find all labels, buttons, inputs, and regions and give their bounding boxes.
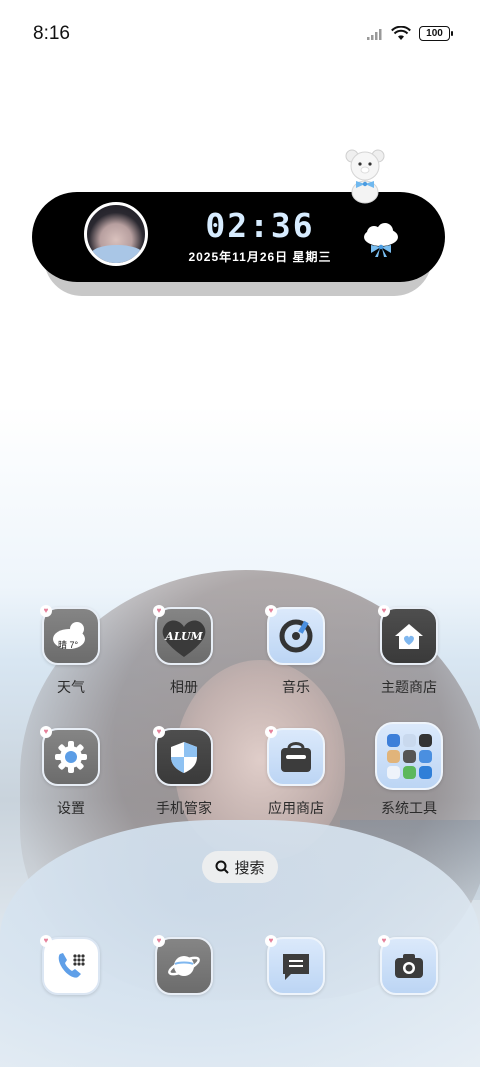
app-label-weather: 天气 [57,679,85,695]
app-label-music: 音乐 [282,679,310,695]
camera-body-icon [395,954,423,978]
wallpaper [0,0,480,1067]
heart-badge-icon: ♥ [265,935,277,947]
app-system-tools[interactable]: 系统工具 [369,722,449,818]
gallery-icon-text: ALUM [165,629,203,643]
app-store-icon: ♥ [265,726,325,786]
folder-mini-icon [386,765,400,779]
cloud-bow-icon [364,223,398,257]
shopping-bag-icon [281,742,311,772]
settings-icon: ♥ [40,726,100,786]
dock-phone[interactable]: ♥ [31,935,111,995]
widget-time: 02:36 [205,206,315,245]
weather-icon-text: 晴 7° [58,640,79,650]
chat-bubble-icon [283,954,309,980]
app-theme-store[interactable]: ♥ 主题商店 [369,605,449,697]
app-app-store[interactable]: ♥ 应用商店 [256,726,336,818]
messages-icon: ♥ [265,935,325,995]
dock-messages[interactable]: ♥ [256,935,336,995]
theme-store-icon: ♥ [378,605,438,665]
folder-mini-icon [402,765,416,779]
heart-badge-icon: ♥ [40,726,52,738]
weather-icon: ♥ 晴 7° [40,605,100,665]
music-icon: ♥ [265,605,325,665]
folder-mini-icon [418,733,432,747]
app-label-settings: 设置 [57,800,85,816]
phone-icon: ♥ [40,935,100,995]
phone-handset-icon [58,953,85,978]
heart-badge-icon: ♥ [40,935,52,947]
camera-icon: ♥ [378,935,438,995]
app-settings[interactable]: ♥ 设置 [31,726,111,818]
avatar [84,202,148,266]
heart-badge-icon: ♥ [378,935,390,947]
heart-badge-icon: ♥ [265,605,277,617]
search-icon [215,860,230,874]
status-bar: 8:16 100 [0,0,480,68]
signal-icon [367,28,382,40]
app-label-gallery: 相册 [170,679,198,695]
phone-manager-icon: ♥ [153,726,213,786]
heart-badge-icon: ♥ [378,605,390,617]
house-icon [395,624,423,649]
music-disc-icon [279,619,313,653]
battery-icon: 100 [419,26,453,41]
folder-mini-icon [402,733,416,747]
app-weather[interactable]: ♥ 晴 7° 天气 [31,605,111,697]
wifi-icon [391,26,411,40]
widget-date: 2025年11月26日 星期三 [188,250,332,264]
app-label-theme-store: 主题商店 [381,679,437,695]
app-phone-manager[interactable]: ♥ 手机管家 [144,726,224,818]
battery-level: 100 [426,28,443,39]
app-gallery[interactable]: ♥ ALUM 相册 [144,605,224,697]
dock-camera[interactable]: ♥ [369,935,449,995]
app-label-app-store: 应用商店 [268,800,324,816]
folder-mini-icon [386,749,400,763]
folder-mini-icon [386,733,400,747]
bear-icon [345,149,385,204]
app-label-phone-manager: 手机管家 [156,800,212,816]
status-icons: 100 [367,26,453,41]
folder-mini-icon [418,749,432,763]
app-music[interactable]: ♥ 音乐 [256,605,336,697]
dock-browser[interactable]: ♥ [144,935,224,995]
heart-badge-icon: ♥ [265,726,277,738]
system-tools-folder-icon [375,722,443,790]
heart-badge-icon: ♥ [153,726,165,738]
app-label-system-tools: 系统工具 [381,800,437,816]
gallery-icon: ♥ ALUM [153,605,213,665]
planet-icon [168,956,200,976]
folder-mini-icon [418,765,432,779]
search-label: 搜索 [234,859,265,877]
shield-icon [171,742,197,773]
gear-icon [55,741,87,773]
heart-badge-icon: ♥ [153,935,165,947]
folder-mini-icon [402,749,416,763]
status-time: 8:16 [33,23,70,44]
search-button[interactable]: 搜索 [202,851,278,883]
browser-icon: ♥ [153,935,213,995]
heart-badge-icon: ♥ [40,605,52,617]
avatar-scarf [91,245,143,263]
